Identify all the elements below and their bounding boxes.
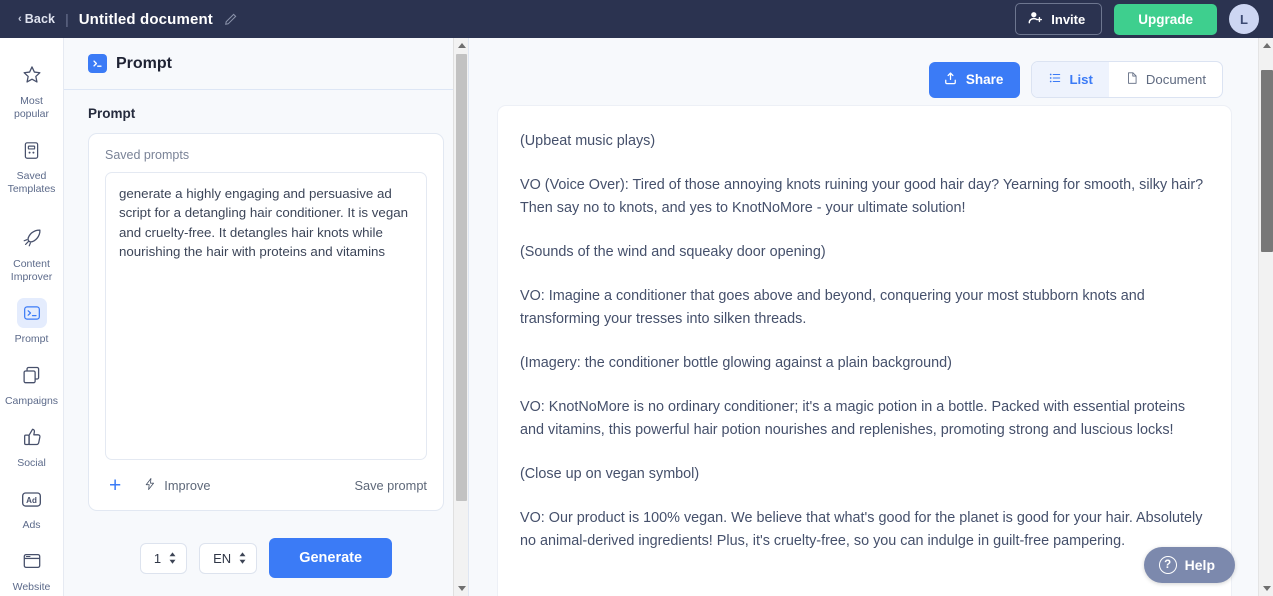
sidebar-item-saved-templates[interactable]: Saved Templates [0, 127, 64, 202]
language-value: EN [213, 550, 232, 566]
document-paragraph: VO (Voice Over): Tired of those annoying… [520, 177, 1204, 216]
plus-icon[interactable]: + [105, 475, 125, 496]
scroll-down-arrow-icon[interactable] [1263, 586, 1271, 591]
sidebar-item-label: Prompt [14, 332, 49, 345]
sidebar-item-prompt[interactable]: Prompt [0, 290, 64, 352]
invite-label: Invite [1051, 11, 1086, 27]
saved-prompts-label[interactable]: Saved prompts [105, 148, 427, 162]
document-paragraph: (Sounds of the wind and squeaky door ope… [520, 243, 826, 260]
chevron-updown-icon [238, 551, 247, 565]
document-toolbar: Share List Document [928, 61, 1223, 98]
save-prompt-button[interactable]: Save prompt [354, 478, 427, 493]
back-label: Back [24, 12, 56, 26]
terminal-icon [88, 54, 107, 73]
prompt-card: Saved prompts + Improve Save prompt [88, 133, 444, 511]
chevron-updown-icon [168, 551, 177, 565]
view-switcher: List Document [1031, 61, 1223, 98]
header-actions: Invite Upgrade L [1015, 3, 1259, 35]
app-root: ‹ Back | Untitled document Invite Upgrad… [0, 0, 1273, 596]
sidebar-item-campaigns[interactable]: Campaigns [0, 352, 64, 414]
sidebar-item-website[interactable]: Website [0, 538, 64, 596]
prompt-panel-footer: 1 EN Generate [64, 526, 468, 596]
svg-text:Ad: Ad [26, 496, 37, 505]
star-icon [17, 60, 47, 90]
scroll-down-arrow-icon[interactable] [458, 586, 466, 591]
browser-scrollbar[interactable] [1258, 38, 1273, 596]
list-icon [1048, 71, 1062, 88]
scrollbar-thumb[interactable] [456, 54, 467, 501]
document-card[interactable]: (Upbeat music plays) VO (Voice Over): Ti… [497, 105, 1232, 596]
question-mark-icon: ? [1158, 556, 1177, 574]
sidebar-item-content-improver[interactable]: Content Improver [0, 215, 64, 290]
document-paragraph: VO: Our product is 100% vegan. We believ… [520, 510, 1203, 549]
sidebar-item-social[interactable]: Social [0, 414, 64, 476]
view-tab-list[interactable]: List [1032, 62, 1109, 97]
view-tab-document[interactable]: Document [1109, 62, 1222, 97]
browser-window-icon [17, 546, 47, 576]
document-paragraph: (Close up on vegan symbol) [520, 465, 700, 482]
sidebar-item-label: Saved Templates [7, 170, 56, 196]
terminal-icon [16, 297, 47, 328]
prompt-field-label: Prompt [88, 106, 136, 121]
prompt-input[interactable] [105, 172, 427, 460]
saved-template-icon [17, 135, 47, 165]
output-count-value: 1 [153, 550, 162, 566]
sidebar: Most popular Saved Templates Content Imp… [0, 38, 64, 596]
improve-label: Improve [164, 477, 211, 493]
add-person-icon [1028, 10, 1043, 28]
top-header: ‹ Back | Untitled document Invite Upgrad… [0, 0, 1273, 38]
lightning-icon [143, 477, 157, 494]
prompt-panel-body: Prompt Saved prompts + Improve Save prom… [64, 90, 468, 526]
sidebar-item-most-popular[interactable]: Most popular [0, 52, 64, 127]
back-chevron-icon: ‹ [18, 12, 22, 25]
scrollbar-thumb[interactable] [1261, 70, 1273, 252]
sidebar-item-ads[interactable]: Ad Ads [0, 476, 64, 538]
document-paragraph: (Upbeat music plays) [520, 133, 656, 149]
upgrade-button[interactable]: Upgrade [1114, 3, 1217, 35]
language-select[interactable]: EN [199, 542, 258, 574]
generate-button[interactable]: Generate [269, 538, 393, 578]
pencil-icon[interactable] [224, 12, 238, 26]
sidebar-item-label: Website [12, 581, 51, 594]
share-upload-icon [943, 71, 958, 89]
improve-button[interactable]: Improve [143, 477, 211, 494]
share-label: Share [965, 72, 1004, 87]
prompt-panel-scrollbar[interactable] [453, 38, 468, 596]
rocket-icon [17, 223, 47, 253]
sidebar-item-label: Most popular [13, 95, 50, 121]
help-button[interactable]: ? Help [1143, 547, 1235, 583]
document-paragraph: (Imagery: the conditioner bottle glowing… [520, 354, 952, 371]
help-label: Help [1184, 557, 1215, 573]
document-paragraph: VO: KnotNoMore is no ordinary conditione… [520, 399, 1186, 438]
back-button[interactable]: ‹ Back [18, 12, 55, 26]
ad-icon: Ad [17, 484, 47, 514]
output-count-stepper[interactable]: 1 [139, 542, 188, 574]
document-area: Share List Document (Upbeat music plays)… [469, 38, 1258, 596]
avatar[interactable]: L [1229, 4, 1259, 34]
view-tab-label: List [1069, 72, 1093, 87]
layers-icon [17, 360, 47, 390]
sidebar-item-label: Campaigns [4, 394, 59, 407]
view-tab-label: Document [1145, 72, 1206, 87]
sidebar-item-label: Social [17, 457, 46, 469]
share-button[interactable]: Share [928, 61, 1021, 98]
document-icon [1125, 71, 1139, 88]
thumbs-up-icon [17, 422, 47, 452]
invite-button[interactable]: Invite [1015, 3, 1103, 35]
prompt-panel: Prompt Prompt Saved prompts + Improve Sa… [64, 38, 469, 596]
page-title: Untitled document [78, 10, 213, 28]
prompt-actions: + Improve Save prompt [105, 460, 427, 510]
document-paragraph: VO: Imagine a conditioner that goes abov… [520, 288, 1145, 327]
header-separator: | [65, 11, 69, 27]
prompt-panel-header: Prompt [64, 38, 468, 90]
sidebar-item-label: Content Improver [10, 257, 53, 283]
scroll-up-arrow-icon[interactable] [1263, 43, 1271, 48]
scroll-up-arrow-icon[interactable] [458, 43, 466, 48]
sidebar-item-label: Ads [22, 519, 41, 532]
prompt-panel-title: Prompt [116, 54, 172, 72]
